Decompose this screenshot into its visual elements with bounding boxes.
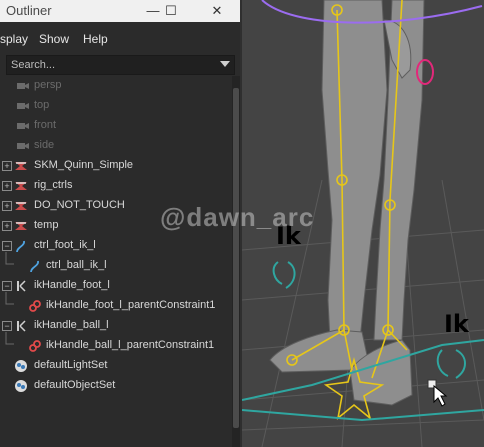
item-label: ikHandle_ball_l_parentConstraint1 [46,339,215,351]
outliner-item-ctrl-ball-ik-l[interactable]: ctrl_ball_ik_l [0,256,228,276]
item-label: defaultLightSet [34,359,108,371]
outliner-item-top[interactable]: top [0,96,228,116]
menu-bar: splay Show Help [0,28,240,50]
scrollbar-thumb[interactable] [233,88,239,428]
item-label: temp [34,219,59,231]
item-label: ctrl_ball_ik_l [46,259,107,271]
chevron-down-icon[interactable] [220,61,230,67]
camera-icon [17,123,29,129]
set-icon [15,360,27,372]
group-icon [15,162,27,170]
outliner-item-ikhandle-foot-l-parentconstraint1[interactable]: ikHandle_foot_l_parentConstraint1 [0,296,228,316]
item-label: rig_ctrls [34,179,73,191]
collapse-toggle[interactable]: − [2,281,12,291]
outliner-item-defaultobjectset[interactable]: defaultObjectSet [0,376,228,396]
camera-icon [17,143,29,149]
item-label: ikHandle_ball_l [34,319,109,331]
collapse-toggle[interactable]: − [2,321,12,331]
search-box [6,55,235,75]
expand-toggle[interactable]: + [2,161,12,171]
item-label: DO_NOT_TOUCH [34,199,125,211]
outliner-item-defaultlightset[interactable]: defaultLightSet [0,356,228,376]
collapse-toggle[interactable]: − [2,241,12,251]
outliner-item-ikhandle-ball-l-parentconstraint1[interactable]: ikHandle_ball_l_parentConstraint1 [0,336,228,356]
group-icon [15,182,27,190]
item-label: ctrl_foot_ik_l [34,239,96,251]
outliner-item-ikhandle-ball-l[interactable]: − ikHandle_ball_l [0,316,228,336]
group-icon [15,202,27,210]
ik-handle-icon [17,280,26,292]
close-button[interactable]: ✕ [200,0,234,22]
watermark-text: @dawn_arc [160,202,315,232]
outliner-item-side[interactable]: side [0,136,228,156]
outliner-list: persp top front side + SKM_Quinn_Simple … [0,76,232,447]
outliner-item-skm-quinn-simple[interactable]: + SKM_Quinn_Simple [0,156,228,176]
window-title: Outliner [6,3,52,18]
search-input[interactable] [11,58,211,72]
constraint-icon [29,300,41,312]
constraint-icon [29,340,41,352]
menu-help[interactable]: Help [83,32,108,46]
curve-icon [30,260,39,273]
outliner-scrollbar[interactable] [232,76,240,447]
maximize-button[interactable]: ☐ [154,0,188,22]
item-label: defaultObjectSet [34,379,116,391]
item-label: ikHandle_foot_l [34,279,110,291]
group-icon [15,222,27,230]
item-label: side [34,139,55,151]
outliner-item-front[interactable]: front [0,116,228,136]
set-icon [15,380,27,392]
menu-show[interactable]: Show [39,32,69,46]
item-label: top [34,99,50,111]
ik-handle-icon [17,320,26,332]
outliner-item-persp[interactable]: persp [0,76,228,96]
camera-icon [17,103,29,109]
item-label: front [34,119,57,131]
expand-toggle[interactable]: + [2,221,12,231]
expand-toggle[interactable]: + [2,201,12,211]
menu-display[interactable]: splay [0,32,28,46]
curve-icon [16,240,25,253]
mouse-cursor-icon [433,384,448,407]
camera-icon [17,83,29,89]
item-label: persp [34,79,62,91]
ik-handle-label: Ik [444,310,469,338]
title-bar: Outliner — ☐ ✕ [0,0,240,22]
outliner-item-rig-ctrls[interactable]: + rig_ctrls [0,176,228,196]
expand-toggle[interactable]: + [2,181,12,191]
item-label: SKM_Quinn_Simple [34,159,134,171]
item-label: ikHandle_foot_l_parentConstraint1 [46,299,216,311]
outliner-item-ctrl-foot-ik-l[interactable]: − ctrl_foot_ik_l [0,236,228,256]
outliner-item-ikhandle-foot-l[interactable]: − ikHandle_foot_l [0,276,228,296]
